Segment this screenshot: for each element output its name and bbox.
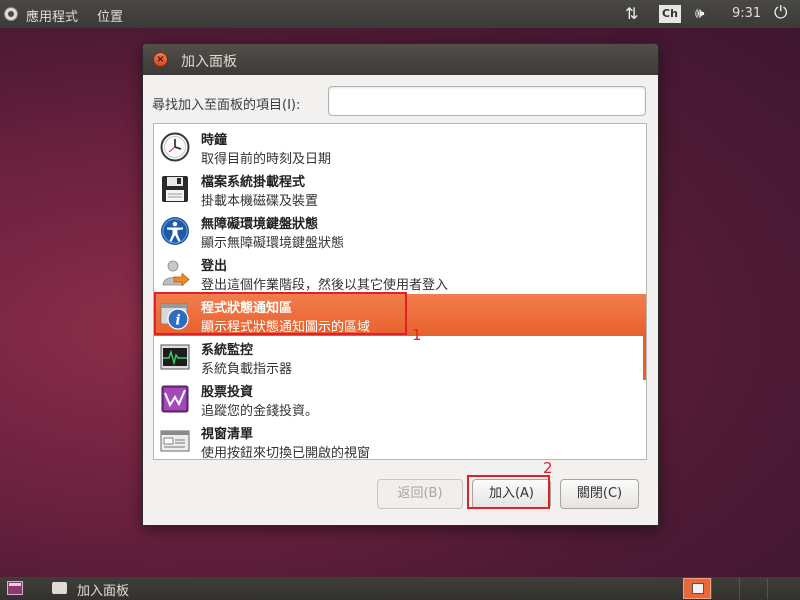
applications-menu[interactable]: 應用程式 [26,6,78,25]
system-monitor-icon [160,344,190,370]
close-button[interactable]: 關閉(C) [560,479,639,509]
workspace-window-thumbnail [692,583,704,594]
item-title: 登出 [201,259,228,274]
item-description: 登出這個作業階段，然後以其它使用者登入 [201,278,449,293]
stock-chart-icon [161,385,189,413]
item-description: 掛載本機磁碟及裝置 [201,194,319,209]
item-title: 無障礙環境鍵盤狀態 [201,217,319,232]
workspace-2[interactable] [711,578,739,599]
accessibility-icon [161,217,189,245]
workspace-3[interactable] [739,578,767,599]
list-scrollbar[interactable] [643,332,646,380]
item-description: 系統負載指示器 [201,362,293,377]
network-transfer-icon[interactable]: ⇅ [625,4,638,23]
power-icon[interactable]: ⏻ [774,3,787,23]
item-description: 使用按鈕來切換已開啟的視窗 [201,446,371,460]
item-title: 時鐘 [201,133,228,148]
applet-list[interactable]: 時鐘 取得目前的時刻及日期 檔案系統掛載程式 掛載本機磁碟及裝置 無障礙環境鍵盤… [153,123,647,460]
item-description: 取得目前的時刻及日期 [201,152,332,167]
bottom-panel: 加入面板 [0,577,800,600]
search-input[interactable] [328,86,646,116]
list-item[interactable]: 檔案系統掛載程式 掛載本機磁碟及裝置 [154,168,646,210]
list-item[interactable]: 系統監控 系統負載指示器 [154,336,646,378]
list-item[interactable]: 視窗清單 使用按鈕來切換已開啟的視窗 [154,420,646,460]
top-panel: 應用程式 位置 ⇅ Ch 🕪 9:31 ⏻ [0,0,800,28]
dialog-title: 加入面板 [181,54,237,70]
logout-icon [162,260,190,287]
annotation-marker-1: 1 [412,326,422,344]
back-button[interactable]: 返回(B) [377,479,463,509]
item-description: 追蹤您的金錢投資。 [201,404,319,419]
close-icon[interactable]: × [153,52,168,67]
workspace-4[interactable] [767,578,795,599]
item-title: 視窗清單 [201,427,254,442]
dialog-titlebar[interactable]: × 加入面板 [143,44,658,75]
window-list-icon [160,430,190,452]
annotation-box-selected-item [154,292,407,335]
list-item[interactable]: 登出 登出這個作業階段，然後以其它使用者登入 [154,252,646,294]
item-title: 檔案系統掛載程式 [201,175,306,190]
item-title: 股票投資 [201,385,254,400]
show-desktop-icon[interactable] [7,581,23,595]
window-task-icon[interactable] [52,582,67,594]
list-item[interactable]: 無障礙環境鍵盤狀態 顯示無障礙環境鍵盤狀態 [154,210,646,252]
input-method-indicator[interactable]: Ch [659,5,681,23]
clock-indicator[interactable]: 9:31 [732,6,761,21]
taskbar-window-button[interactable]: 加入面板 [77,580,129,599]
floppy-disk-icon [162,176,188,202]
item-title: 系統監控 [201,343,254,358]
clock-icon [160,132,190,162]
volume-icon[interactable]: 🕪 [695,4,704,22]
places-menu[interactable]: 位置 [97,6,123,25]
list-item[interactable]: 股票投資 追蹤您的金錢投資。 [154,378,646,420]
item-description: 顯示無障礙環境鍵盤狀態 [201,236,345,251]
add-to-panel-dialog: × 加入面板 尋找加入至面板的項目(I): 時鐘 取得目前的時刻及日期 檔案系統… [143,44,658,525]
search-label: 尋找加入至面板的項目(I): [152,98,301,113]
list-item[interactable]: 時鐘 取得目前的時刻及日期 [154,126,646,168]
annotation-box-add-button [467,475,550,509]
ubuntu-logo-icon[interactable] [4,7,18,21]
workspace-1[interactable] [683,578,711,599]
